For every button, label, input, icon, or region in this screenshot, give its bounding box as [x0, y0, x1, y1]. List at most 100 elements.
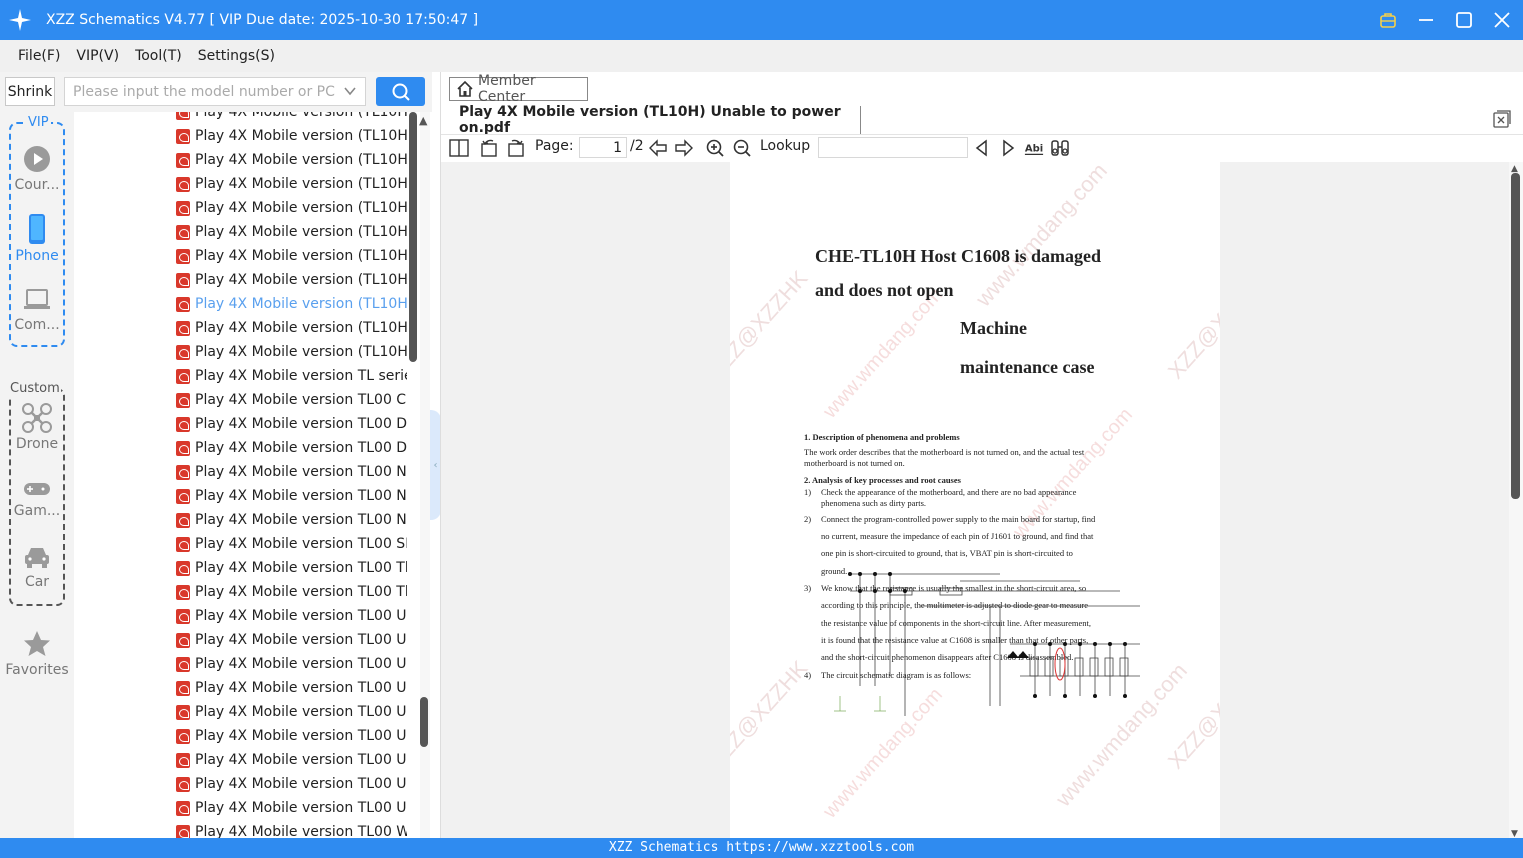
file-name: Play 4X Mobile version TL00 SIN	[195, 536, 407, 552]
file-name: Play 4X Mobile version TL00 Un	[195, 680, 407, 696]
list-item[interactable]: Play 4X Mobile version TL00 Un	[176, 796, 407, 820]
zoom-in-icon[interactable]	[705, 138, 725, 158]
pdf-file-icon	[176, 800, 190, 816]
shrink-button[interactable]: Shrink	[5, 77, 55, 106]
file-list-scroll-thumb[interactable]	[409, 112, 417, 362]
nav-item-car[interactable]: Car	[0, 545, 74, 590]
member-center-button[interactable]: Member Center	[449, 73, 588, 105]
pdf-file-icon	[176, 464, 190, 480]
nav-item-label: Phone	[15, 248, 59, 264]
list-item[interactable]: Play 4X Mobile version (TL10H)	[176, 172, 407, 196]
previous-page-arrow-icon[interactable]	[648, 138, 668, 158]
file-name: Play 4X Mobile version (TL10H)	[195, 344, 407, 360]
menu-tool[interactable]: Tool(T)	[135, 48, 182, 64]
list-item[interactable]: Play 4X Mobile version TL00 SIN	[176, 532, 407, 556]
pdf-file-icon	[176, 776, 190, 792]
list-item[interactable]: Play 4X Mobile version (TL10H)	[176, 340, 407, 364]
nav-item-favorites[interactable]: Favorites	[0, 629, 74, 678]
list-item[interactable]: Play 4X Mobile version TL00 Ca:	[176, 388, 407, 412]
menu-settings[interactable]: Settings(S)	[198, 48, 275, 64]
pdf-file-icon	[176, 392, 190, 408]
phone-icon	[29, 214, 45, 244]
list-item[interactable]: Play 4X Mobile version (TL10H)	[176, 292, 407, 316]
chevron-down-icon[interactable]	[343, 84, 357, 102]
close-icon[interactable]	[1491, 9, 1513, 31]
list-item[interactable]: Play 4X Mobile version TL00 Un	[176, 772, 407, 796]
search-button[interactable]	[376, 77, 425, 106]
list-item[interactable]: Play 4X Mobile version TL00 Un	[176, 724, 407, 748]
pdf-file-icon	[176, 176, 190, 192]
zoom-out-icon[interactable]	[732, 138, 752, 158]
find-previous-icon[interactable]	[972, 138, 992, 158]
menu-file[interactable]: File(F)	[18, 48, 60, 64]
app-logo-icon	[0, 0, 40, 40]
pdf-file-icon	[176, 368, 190, 384]
list-item[interactable]: Play 4X Mobile version (TL10H)	[176, 112, 407, 124]
page-number-input[interactable]: 1	[579, 137, 627, 158]
minimize-icon[interactable]	[1415, 9, 1437, 31]
list-item[interactable]: Play 4X Mobile version (TL10H)	[176, 316, 407, 340]
list-item[interactable]: Play 4X Mobile version TL00 Thi	[176, 580, 407, 604]
document-tab[interactable]: Play 4X Mobile version (TL10H) Unable to…	[449, 104, 861, 136]
list-item[interactable]: Play 4X Mobile version TL00 Thi	[176, 556, 407, 580]
list-item[interactable]: Play 4X Mobile version TL series	[176, 364, 407, 388]
list-item[interactable]: Play 4X Mobile version TL00 Un	[176, 700, 407, 724]
next-page-arrow-icon[interactable]	[674, 138, 694, 158]
pdf-file-icon	[176, 488, 190, 504]
list-item[interactable]: Play 4X Mobile version TL00 No	[176, 460, 407, 484]
nav-item-courses[interactable]: Cour...	[0, 144, 74, 193]
list-item[interactable]: Play 4X Mobile version TL00 No	[176, 484, 407, 508]
list-item[interactable]: Play 4X Mobile version (TL10H)	[176, 148, 407, 172]
nav-item-computer[interactable]: Com...	[0, 286, 74, 333]
lookup-input[interactable]	[818, 137, 968, 158]
left-nav: VIP Custom Cour... Phone Com... Drone Ga…	[0, 112, 74, 838]
close-document-icon[interactable]	[1493, 110, 1511, 128]
rotate-left-icon[interactable]	[479, 138, 499, 158]
scroll-up-icon[interactable]: ▲	[419, 114, 427, 127]
nav-item-phone[interactable]: Phone	[0, 213, 74, 264]
viewer-scroll-thumb[interactable]	[1511, 173, 1520, 499]
find-next-icon[interactable]	[998, 138, 1018, 158]
file-name: Play 4X Mobile version TL00 No	[195, 512, 407, 528]
svg-text:Abi: Abi	[1025, 144, 1043, 155]
dual-page-icon[interactable]	[449, 138, 469, 158]
nav-item-drone[interactable]: Drone	[0, 403, 74, 452]
list-item[interactable]: Play 4X Mobile version TL00 No	[176, 508, 407, 532]
nav-item-label: Drone	[15, 436, 59, 452]
list-item[interactable]: Play 4X Mobile version TL00 Dis	[176, 412, 407, 436]
bag-icon[interactable]	[1377, 9, 1399, 31]
document-viewer[interactable]: XZZ@XZZHK www.wmdang.com www.wmdang.com …	[441, 162, 1509, 838]
watermark: XZZ@XZZHK	[1162, 265, 1220, 384]
section-heading: 2. Analysis of key processes and root ca…	[804, 475, 961, 485]
pdf-file-icon	[176, 632, 190, 648]
list-item[interactable]: Play 4X Mobile version (TL10H)	[176, 244, 407, 268]
menu-vip[interactable]: VIP(V)	[76, 48, 119, 64]
file-name: Play 4X Mobile version TL00 Un	[195, 752, 407, 768]
search-input[interactable]: Please input the model number or PCB	[64, 77, 366, 106]
list-item[interactable]: Play 4X Mobile version TL00 Wi	[176, 820, 407, 838]
file-name: Play 4X Mobile version TL00 Un	[195, 776, 407, 792]
match-case-icon[interactable]: Abi	[1024, 138, 1044, 158]
list-item[interactable]: Play 4X Mobile version TL00 Un	[176, 628, 407, 652]
car-icon	[25, 548, 49, 568]
pdf-file-icon	[176, 224, 190, 240]
list-item[interactable]: Play 4X Mobile version TL00 Un	[176, 748, 407, 772]
list-item[interactable]: Play 4X Mobile version TL00 Do	[176, 436, 407, 460]
body-text: Check the appearance of the motherboard,…	[821, 487, 1077, 497]
list-item[interactable]: Play 4X Mobile version TL00 US	[176, 604, 407, 628]
file-list-scroll-thumb-secondary[interactable]	[420, 697, 428, 747]
list-item[interactable]: Play 4X Mobile version (TL10H)	[176, 220, 407, 244]
maximize-icon[interactable]	[1453, 9, 1475, 31]
pdf-file-icon	[176, 272, 190, 288]
list-item[interactable]: Play 4X Mobile version TL00 Un	[176, 676, 407, 700]
list-item[interactable]: Play 4X Mobile version (TL10H)	[176, 268, 407, 292]
search-row: Shrink Please input the model number or …	[0, 72, 432, 112]
pdf-file-icon	[176, 440, 190, 456]
list-item[interactable]: Play 4X Mobile version (TL10H)	[176, 196, 407, 220]
play-circle-icon	[24, 146, 50, 172]
binoculars-icon[interactable]	[1050, 138, 1070, 158]
nav-item-games[interactable]: Gam...	[0, 478, 74, 519]
list-item[interactable]: Play 4X Mobile version (TL10H)	[176, 124, 407, 148]
rotate-right-icon[interactable]	[506, 138, 526, 158]
list-item[interactable]: Play 4X Mobile version TL00 Un	[176, 652, 407, 676]
